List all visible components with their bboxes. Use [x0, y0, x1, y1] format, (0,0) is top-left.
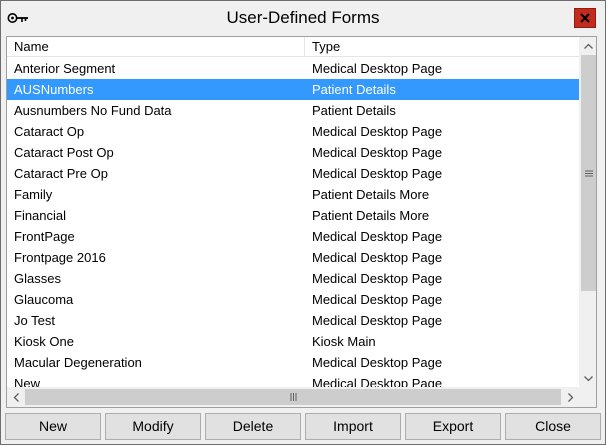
table-row[interactable]: Frontpage 2016 Medical Desktop Page: [7, 247, 579, 268]
cell-name: Glaucoma: [14, 292, 74, 307]
grip-icon: [584, 170, 593, 176]
list-header: Name Type: [7, 37, 579, 57]
cell-type: Medical Desktop Page: [312, 61, 443, 76]
cell-name: Kiosk One: [14, 334, 74, 349]
cell-name: AUSNumbers: [14, 82, 94, 97]
cell-type: Medical Desktop Page: [312, 229, 443, 244]
table-row[interactable]: Glasses Medical Desktop Page: [7, 268, 579, 289]
import-button[interactable]: Import: [305, 413, 401, 440]
table-row[interactable]: Ausnumbers No Fund Data Patient Details: [7, 100, 579, 121]
cell-type: Medical Desktop Page: [312, 376, 443, 387]
horizontal-scroll-thumb[interactable]: [25, 389, 561, 405]
table-row[interactable]: FrontPage Medical Desktop Page: [7, 226, 579, 247]
cell-type: Patient Details More: [312, 187, 430, 202]
close-button[interactable]: Close: [505, 413, 601, 440]
forms-list[interactable]: Name Type Anterior Segment Medical Deskto…: [6, 36, 597, 408]
cell-type: Medical Desktop Page: [312, 271, 443, 286]
table-row[interactable]: Cataract Post Op Medical Desktop Page: [7, 142, 579, 163]
cell-name: Frontpage 2016: [14, 250, 106, 265]
cell-name: Jo Test: [14, 313, 55, 328]
table-row[interactable]: Macular Degeneration Medical Desktop Page: [7, 352, 579, 373]
cell-type: Medical Desktop Page: [312, 250, 443, 265]
table-row[interactable]: Glaucoma Medical Desktop Page: [7, 289, 579, 310]
vertical-scrollbar[interactable]: [579, 37, 596, 387]
cell-type: Medical Desktop Page: [312, 355, 443, 370]
window-close-button[interactable]: [574, 8, 596, 28]
scrollbar-corner: [579, 387, 596, 407]
table-row[interactable]: Kiosk One Kiosk Main: [7, 331, 579, 352]
table-row[interactable]: Jo Test Medical Desktop Page: [7, 310, 579, 331]
cell-name: Ausnumbers No Fund Data: [14, 103, 172, 118]
chevron-up-icon: [584, 43, 593, 49]
table-row[interactable]: New Medical Desktop Page: [7, 373, 579, 387]
cell-name: Anterior Segment: [14, 61, 116, 76]
cell-type: Kiosk Main: [312, 334, 376, 349]
vertical-scroll-thumb[interactable]: [581, 55, 596, 291]
cell-name: Glasses: [14, 271, 61, 286]
cell-name: Cataract Post Op: [14, 145, 114, 160]
cell-type: Patient Details: [312, 82, 396, 97]
grip-icon: [290, 393, 296, 401]
cell-name: New: [14, 376, 41, 387]
table-row[interactable]: Anterior Segment Medical Desktop Page: [7, 58, 579, 79]
cell-name: FrontPage: [14, 229, 75, 244]
cell-type: Medical Desktop Page: [312, 166, 443, 181]
close-icon: [580, 13, 590, 23]
scroll-up-button[interactable]: [580, 37, 596, 54]
chevron-left-icon: [13, 392, 19, 402]
scroll-down-button[interactable]: [580, 370, 596, 387]
modify-button[interactable]: Modify: [105, 413, 201, 440]
cell-type: Medical Desktop Page: [312, 313, 443, 328]
title-bar[interactable]: User-Defined Forms: [1, 1, 605, 35]
scroll-left-button[interactable]: [7, 387, 24, 407]
cell-type: Patient Details More: [312, 208, 430, 223]
cell-type: Medical Desktop Page: [312, 124, 443, 139]
delete-button[interactable]: Delete: [205, 413, 301, 440]
cell-type: Medical Desktop Page: [312, 292, 443, 307]
cell-name: Macular Degeneration: [14, 355, 142, 370]
cell-name: Family: [14, 187, 53, 202]
new-button[interactable]: New: [5, 413, 101, 440]
cell-type: Patient Details: [312, 103, 396, 118]
table-row[interactable]: Family Patient Details More: [7, 184, 579, 205]
cell-type: Medical Desktop Page: [312, 145, 443, 160]
cell-name: Cataract Pre Op: [14, 166, 108, 181]
table-row[interactable]: Financial Patient Details More: [7, 205, 579, 226]
cell-name: Financial: [14, 208, 67, 223]
column-header-name[interactable]: Name: [7, 37, 305, 57]
table-row[interactable]: Cataract Pre Op Medical Desktop Page: [7, 163, 579, 184]
export-button[interactable]: Export: [405, 413, 501, 440]
list-rows: Anterior Segment Medical Desktop Page AUSN…: [7, 58, 579, 387]
button-bar: New Modify Delete Import Export Close: [5, 413, 603, 441]
chevron-down-icon: [584, 375, 593, 381]
scroll-right-button[interactable]: [562, 387, 579, 407]
window-title: User-Defined Forms: [226, 8, 380, 27]
column-header-type[interactable]: Type: [305, 37, 579, 57]
cell-name: Cataract Op: [14, 124, 85, 139]
table-row[interactable]: AUSNumbers Patient Details: [7, 79, 579, 100]
horizontal-scrollbar[interactable]: [7, 387, 579, 407]
user-defined-forms-window: User-Defined Forms Name Type Anterior Se…: [0, 0, 606, 445]
chevron-right-icon: [567, 392, 573, 402]
table-row[interactable]: Cataract Op Medical Desktop Page: [7, 121, 579, 142]
